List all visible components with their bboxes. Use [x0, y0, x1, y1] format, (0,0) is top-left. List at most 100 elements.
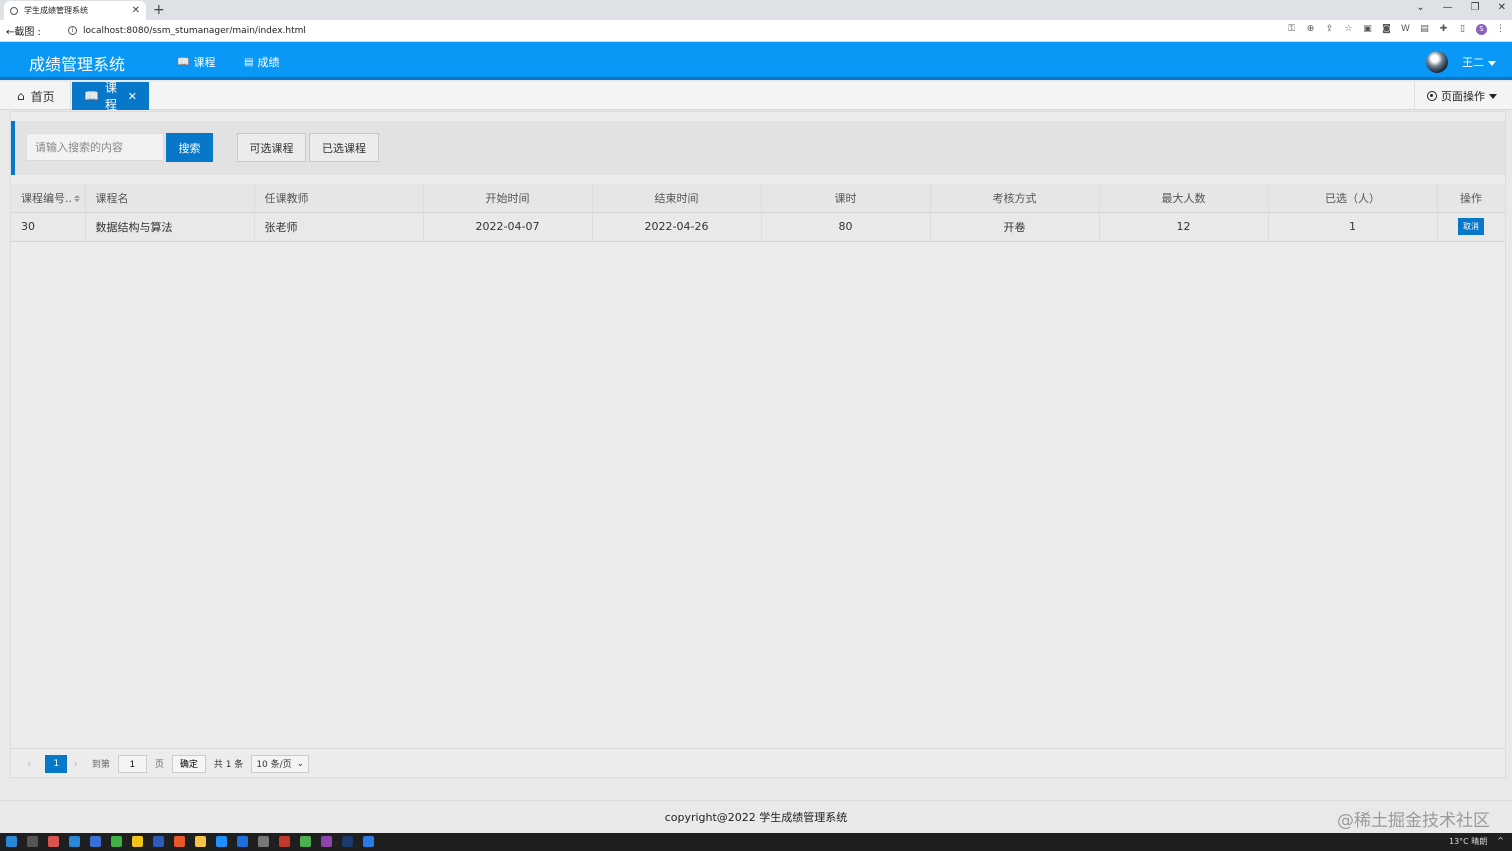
table-row[interactable]: 30 数据结构与算法 张老师 2022-04-07 2022-04-26 80 …	[11, 212, 1506, 242]
folder-icon[interactable]	[195, 836, 206, 847]
w-extension-icon[interactable]: W	[1400, 24, 1411, 35]
page-size-select[interactable]: 10 条/页 ⌄	[251, 754, 310, 773]
next-page-icon[interactable]: ›	[73, 757, 77, 770]
target-icon	[1427, 91, 1437, 101]
app-icon[interactable]	[69, 836, 80, 847]
cell-hours: 80	[761, 212, 931, 242]
app-icon[interactable]	[279, 836, 290, 847]
tab-courses[interactable]: 📖 课程 ✕	[72, 81, 149, 112]
page-number-input[interactable]	[117, 754, 147, 773]
search-button[interactable]: 搜索	[166, 133, 213, 162]
site-favicon-icon	[10, 6, 18, 15]
new-tab-icon[interactable]: +	[153, 2, 165, 18]
cell-teacher: 张老师	[254, 212, 424, 242]
app-icon[interactable]	[90, 836, 101, 847]
browser-tab-title: 学生成绩管理系统	[24, 6, 88, 15]
app-icon[interactable]	[174, 836, 185, 847]
pagination: ‹ 1 › 到第 页 确定 共 1 条 10 条/页 ⌄	[11, 748, 1505, 778]
tab-search-icon[interactable]: ⌄	[1416, 2, 1424, 13]
user-menu[interactable]: 王二	[1462, 54, 1496, 70]
current-page[interactable]: 1	[45, 754, 68, 773]
chrome-icon[interactable]	[132, 836, 143, 847]
home-icon: ⌂	[17, 89, 25, 103]
nav-item-courses[interactable]: 📖 课程	[177, 54, 215, 70]
nav-item-label: 成绩	[257, 56, 280, 69]
col-header-id[interactable]: 课程编号..	[11, 184, 86, 213]
system-tray: 13°C 晴朗 ^	[1449, 836, 1504, 847]
col-header-chosen: 已选（人）	[1268, 184, 1438, 213]
search-icon[interactable]	[27, 836, 38, 847]
extension-icon[interactable]: ▣	[1362, 24, 1373, 35]
app-icon[interactable]	[258, 836, 269, 847]
document-icon: ▤	[244, 56, 254, 68]
app-icon[interactable]	[300, 836, 311, 847]
cell-name: 数据结构与算法	[85, 212, 255, 242]
search-input[interactable]	[26, 133, 164, 161]
os-taskbar: 13°C 晴朗 ^	[0, 833, 1512, 851]
col-header-end: 结束时间	[592, 184, 762, 213]
total-count: 共 1 条	[213, 760, 244, 770]
weather-info[interactable]: 13°C 晴朗	[1449, 836, 1487, 847]
nav-item-label: 课程	[193, 56, 216, 69]
share-icon[interactable]: ⇪	[1324, 24, 1335, 35]
goto-confirm-button[interactable]: 确定	[171, 754, 206, 773]
back-button[interactable]: ←截图 :	[6, 23, 60, 38]
page-tabs: ⌂ 首页 📖 课程 ✕ 页面操作	[0, 81, 1512, 112]
cell-start: 2022-04-07	[423, 212, 593, 242]
app-icon[interactable]	[321, 836, 332, 847]
site-info-icon[interactable]: i	[68, 26, 77, 35]
wechat-icon[interactable]	[111, 836, 122, 847]
prev-page-icon[interactable]: ‹	[27, 757, 31, 770]
close-tab-icon[interactable]: ✕	[128, 90, 137, 103]
profile-avatar[interactable]: S	[1476, 24, 1487, 35]
chevron-down-icon: ⌄	[296, 758, 305, 769]
tab-label: 课程	[104, 81, 117, 112]
app-icon[interactable]	[342, 836, 353, 847]
sort-icon[interactable]	[74, 195, 80, 203]
close-tab-icon[interactable]: ✕	[132, 5, 140, 16]
cell-chosen: 1	[1268, 212, 1438, 242]
page-unit-label: 页	[154, 760, 164, 770]
search-toolbar: 搜索 可选课程 已选课程	[11, 121, 1505, 175]
tray-chevron-icon[interactable]: ^	[1497, 836, 1504, 847]
col-header-hours: 课时	[761, 184, 931, 213]
cell-exam: 开卷	[930, 212, 1100, 242]
selected-courses-button[interactable]: 已选课程	[309, 133, 379, 162]
app-icon[interactable]	[237, 836, 248, 847]
zoom-icon[interactable]: ⊕	[1305, 24, 1316, 35]
close-window-icon[interactable]: ✕	[1498, 2, 1506, 13]
camera-icon[interactable]: ◙	[1381, 24, 1392, 35]
browser-tab-bar: 学生成绩管理系统 ✕ + ⌄ — ❐ ✕	[0, 0, 1512, 20]
window-controls: ⌄ — ❐ ✕	[1416, 2, 1506, 13]
available-courses-button[interactable]: 可选课程	[237, 133, 306, 162]
restore-icon[interactable]: ❐	[1471, 2, 1480, 13]
bookmark-star-icon[interactable]: ☆	[1343, 24, 1354, 35]
nav-item-grades[interactable]: ▤ 成绩	[244, 54, 279, 70]
cell-max: 12	[1099, 212, 1269, 242]
key-icon[interactable]: ⚿	[1286, 24, 1297, 35]
book-icon: 📖	[84, 89, 99, 103]
cell-action: 取消	[1437, 212, 1506, 242]
chevron-down-icon	[1488, 60, 1496, 66]
word-icon[interactable]	[363, 836, 374, 847]
col-header-name: 课程名	[85, 184, 255, 213]
browser-tab[interactable]: 学生成绩管理系统 ✕	[4, 1, 146, 20]
cell-end: 2022-04-26	[592, 212, 762, 242]
image-extension-icon[interactable]: ▤	[1419, 24, 1430, 35]
page-operations-menu[interactable]: 页面操作	[1414, 82, 1512, 110]
content-panel: 搜索 可选课程 已选课程 课程编号.. 课程名 任课教师 开始时间 结束时间 课…	[10, 111, 1506, 778]
start-icon[interactable]	[6, 836, 17, 847]
url-field[interactable]: localhost:8080/ssm_stumanager/main/index…	[83, 26, 306, 36]
user-avatar[interactable]	[1426, 51, 1448, 73]
menu-icon[interactable]: ⋮	[1495, 24, 1506, 35]
cancel-button[interactable]: 取消	[1458, 218, 1484, 235]
app-brand[interactable]: 成绩管理系统	[29, 51, 125, 75]
app-icon[interactable]	[48, 836, 59, 847]
app-icon[interactable]	[216, 836, 227, 847]
app-icon[interactable]	[153, 836, 164, 847]
minimize-icon[interactable]: —	[1443, 2, 1453, 13]
page-footer: copyright@2022 学生成绩管理系统	[0, 800, 1512, 833]
puzzle-icon[interactable]: ✚	[1438, 24, 1449, 35]
tab-home[interactable]: ⌂ 首页	[5, 82, 71, 110]
sidebar-icon[interactable]: ▯	[1457, 24, 1468, 35]
